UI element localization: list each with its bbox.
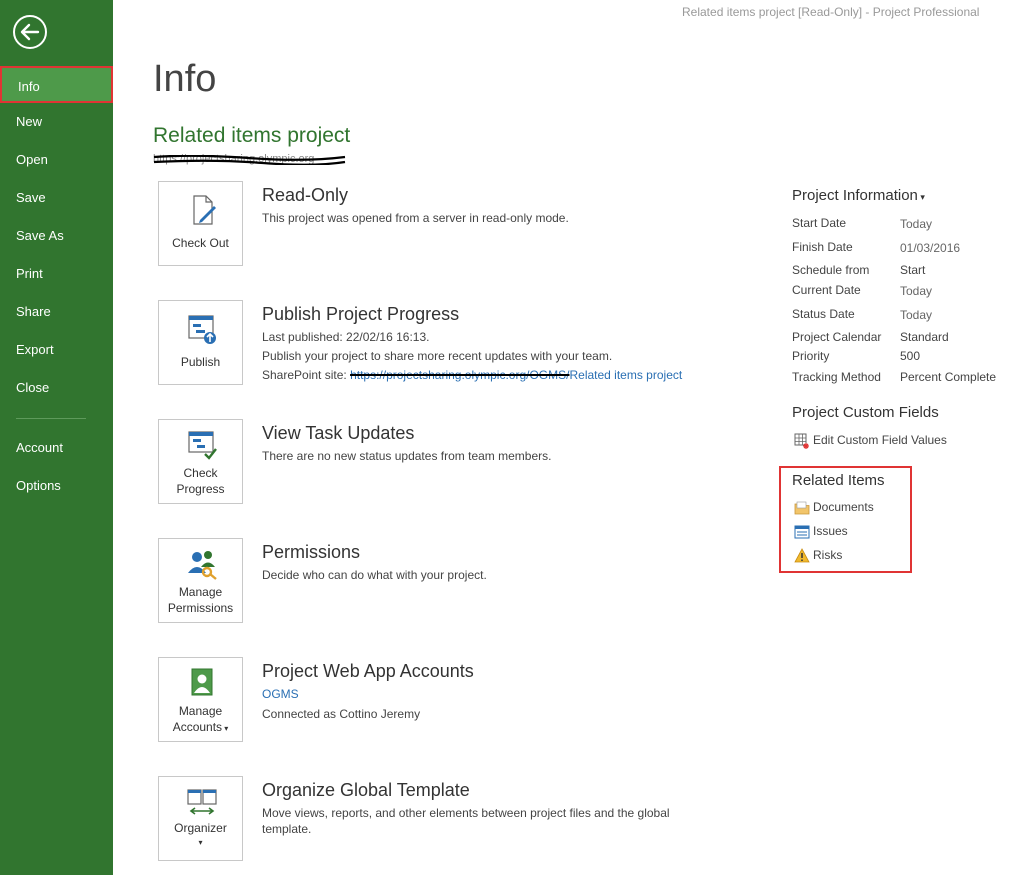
check-progress-icon — [188, 431, 217, 460]
risks-label: Risks — [813, 548, 843, 563]
info-value-schedule-from[interactable]: Start — [900, 263, 925, 277]
custom-fields-title: Project Custom Fields — [792, 404, 939, 421]
info-value-tracking-method[interactable]: Percent Complete — [900, 370, 996, 384]
publish-label: Publish — [180, 355, 221, 369]
nav-open[interactable]: Open — [0, 141, 113, 179]
edit-custom-fields-link[interactable]: Edit Custom Field Values — [794, 433, 947, 449]
nav-print[interactable]: Print — [0, 255, 113, 293]
info-label-project-calendar: Project Calendar — [792, 330, 882, 344]
ogms-link[interactable]: OGMS — [262, 685, 299, 704]
info-value-status-date[interactable]: Today — [900, 308, 932, 322]
check-progress-label-2: Progress — [176, 482, 225, 496]
check-out-icon — [193, 195, 216, 225]
info-label-current-date: Current Date — [792, 283, 861, 297]
sharepoint-site-prefix: SharePoint site: — [262, 368, 351, 382]
related-documents-link[interactable]: Documents — [794, 500, 874, 516]
organizer-caret-icon: ▾ — [198, 838, 203, 847]
readonly-title: Read-Only — [262, 185, 349, 205]
edit-custom-fields-label: Edit Custom Field Values — [813, 433, 947, 448]
backstage-sidebar: Info New Open Save Save As Print Share E… — [0, 0, 113, 875]
info-value-start-date[interactable]: Today — [900, 217, 932, 231]
info-label-schedule-from: Schedule from — [792, 263, 870, 277]
manage-permissions-label-1: Manage — [178, 585, 223, 599]
publish-text: Publish your project to share more recen… — [262, 349, 613, 363]
dropdown-caret-icon: ▾ — [917, 192, 925, 202]
nav-export[interactable]: Export — [0, 331, 113, 369]
account-icon — [191, 668, 213, 696]
manage-accounts-button[interactable]: Manage Accounts ▾ — [158, 657, 243, 742]
manage-accounts-label-1: Manage — [178, 704, 223, 718]
project-name: Related items project — [153, 124, 351, 147]
organizer-label: Organizer — [174, 821, 227, 835]
permissions-title: Permissions — [262, 542, 361, 562]
related-items-title: Related Items — [792, 472, 885, 489]
dropdown-caret-icon: ▾ — [222, 724, 229, 733]
info-label-finish-date: Finish Date — [792, 240, 853, 254]
manage-permissions-label-2: Permissions — [167, 601, 234, 615]
nav-divider — [16, 418, 86, 419]
check-out-label: Check Out — [172, 236, 229, 250]
sharepoint-project-link[interactable]: Related items project — [569, 368, 682, 382]
nav-share[interactable]: Share — [0, 293, 113, 331]
check-progress-button[interactable]: Check Progress — [158, 419, 243, 504]
info-value-current-date[interactable]: Today — [900, 284, 932, 298]
project-information-title[interactable]: Project Information ▾ — [792, 187, 925, 204]
related-risks-link[interactable]: Risks — [794, 548, 842, 564]
publish-icon — [188, 315, 216, 344]
info-label-tracking-method: Tracking Method — [792, 370, 881, 384]
info-value-project-calendar[interactable]: Standard — [900, 330, 949, 344]
accounts-title: Project Web App Accounts — [262, 661, 474, 681]
permissions-icon — [188, 551, 217, 580]
readonly-text: This project was opened from a server in… — [262, 211, 569, 225]
nav-save-as[interactable]: Save As — [0, 217, 113, 255]
related-issues-link[interactable]: Issues — [794, 524, 848, 540]
nav-save[interactable]: Save — [0, 179, 113, 217]
folder-icon — [794, 501, 810, 515]
page-title: Info — [153, 58, 217, 100]
last-published-text: Last published: 22/02/16 16:13. — [262, 330, 430, 344]
nav-close[interactable]: Close — [0, 369, 113, 407]
info-label-start-date: Start Date — [792, 216, 847, 230]
issues-label: Issues — [813, 524, 848, 539]
info-value-priority[interactable]: 500 — [900, 349, 920, 363]
updates-text: There are no new status updates from tea… — [262, 449, 552, 463]
updates-title: View Task Updates — [262, 423, 415, 443]
window-title: Related items project [Read-Only] - Proj… — [682, 5, 980, 19]
sharepoint-url[interactable]: https://projectsharing.olympic.org/OGMS/ — [350, 368, 569, 382]
info-label-status-date: Status Date — [792, 307, 855, 321]
nav-new[interactable]: New — [0, 103, 113, 141]
check-out-button[interactable]: Check Out — [158, 181, 243, 266]
list-icon — [794, 525, 810, 539]
check-progress-label-1: Check — [183, 466, 218, 480]
back-arrow-icon[interactable] — [12, 14, 48, 50]
nav-account[interactable]: Account — [0, 429, 113, 467]
organizer-title: Organize Global Template — [262, 780, 470, 800]
info-label-priority: Priority — [792, 349, 830, 363]
organizer-text-2: template. — [262, 822, 312, 836]
info-value-finish-date[interactable]: 01/03/2016 — [900, 241, 960, 255]
project-url: https://projectsharing.olympic.org — [153, 153, 346, 165]
redaction-scribble — [153, 155, 346, 165]
nav-options[interactable]: Options — [0, 467, 113, 505]
sharepoint-site-line: SharePoint site: https://projectsharing.… — [262, 366, 682, 385]
manage-accounts-label-text: Accounts — [172, 720, 223, 734]
documents-label: Documents — [813, 500, 874, 515]
warning-icon — [794, 548, 810, 563]
organizer-icon — [187, 789, 217, 815]
organizer-button[interactable]: Organizer ▾ — [158, 776, 243, 861]
custom-fields-icon — [794, 433, 809, 449]
project-information-label: Project Information — [792, 187, 918, 204]
manage-accounts-label-2: Accounts ▾ — [159, 719, 242, 737]
nav-info[interactable]: Info — [0, 66, 113, 103]
manage-permissions-button[interactable]: Manage Permissions — [158, 538, 243, 623]
permissions-text: Decide who can do what with your project… — [262, 568, 487, 582]
organizer-text-1: Move views, reports, and other elements … — [262, 806, 670, 820]
publish-button[interactable]: Publish — [158, 300, 243, 385]
connected-as-text: Connected as Cottino Jeremy — [262, 707, 421, 721]
publish-title: Publish Project Progress — [262, 304, 460, 324]
